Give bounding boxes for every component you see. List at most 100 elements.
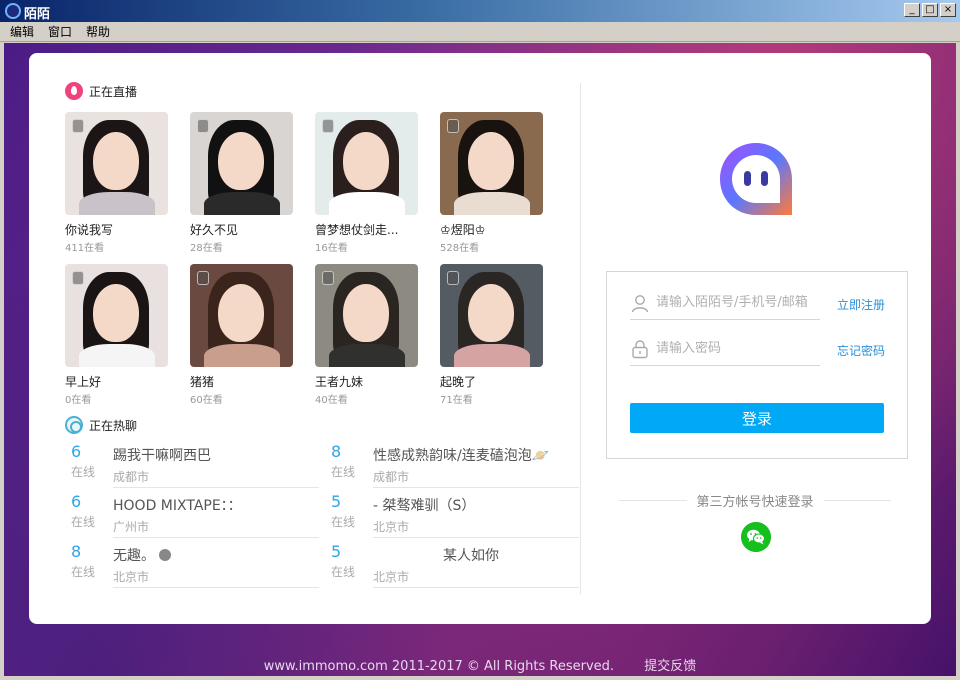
live-thumbnail[interactable] xyxy=(315,264,418,367)
live-thumbnail[interactable] xyxy=(190,264,293,367)
chat-room-row[interactable]: 5 在线 - 桀骜难驯（S） 北京市 xyxy=(323,488,583,538)
chat-info: 踢我干嘛啊西巴 成都市 xyxy=(113,438,319,488)
online-label: 在线 xyxy=(331,465,356,479)
live-name[interactable]: 好久不见 xyxy=(190,221,293,238)
status-dot-icon xyxy=(159,549,171,561)
feedback-link[interactable]: 提交反馈 xyxy=(644,659,696,674)
momo-logo-icon xyxy=(720,143,792,215)
thumbnail-face xyxy=(468,132,514,190)
live-card[interactable]: 早上好 0在看 xyxy=(65,264,168,406)
close-button[interactable]: × xyxy=(940,3,956,17)
live-name[interactable]: 曾梦想仗剑走... xyxy=(315,221,418,238)
login-button[interactable]: 登录 xyxy=(630,403,884,433)
online-label: 在线 xyxy=(71,565,96,579)
live-card[interactable]: 好久不见 28在看 xyxy=(190,112,293,254)
chat-city: 成都市 xyxy=(113,470,150,484)
chat-room-row[interactable]: 6 在线 踢我干嘛啊西巴 成都市 xyxy=(63,438,323,488)
live-grid: 你说我写 411在看 好久不见 28在看 曾梦想仗剑走... 16在看 ♔煜阳♔ 528在看早… xyxy=(65,112,543,406)
live-viewer-count: 60在看 xyxy=(190,395,223,406)
live-name[interactable]: 你说我写 xyxy=(65,221,168,238)
chat-info: - 桀骜难驯（S） 北京市 xyxy=(373,488,579,538)
thumbnail-body xyxy=(204,344,280,367)
thumbnail-face xyxy=(218,132,264,190)
thumbnail-body xyxy=(329,192,405,215)
maximize-button[interactable]: □ xyxy=(922,3,938,17)
password-field-row xyxy=(630,332,821,366)
live-thumbnail[interactable] xyxy=(190,112,293,215)
online-count-box: 8 在线 xyxy=(323,438,373,488)
register-link[interactable]: 立即注册 xyxy=(837,296,885,313)
chat-title[interactable]: HOOD MIXTAPE：： xyxy=(113,498,242,514)
password-input[interactable] xyxy=(656,341,821,356)
thumbnail-face xyxy=(93,132,139,190)
chat-info: 某人如你 北京市 xyxy=(373,538,579,588)
login-form: 立即注册 忘记密码 登录 xyxy=(606,271,908,459)
live-card[interactable]: 猪猪 60在看 xyxy=(190,264,293,406)
live-name[interactable]: 早上好 xyxy=(65,373,168,390)
chat-title-row: 无趣。 xyxy=(113,545,319,565)
thumbnail-body xyxy=(204,192,280,215)
phone-icon xyxy=(447,119,459,133)
vertical-divider xyxy=(580,83,581,594)
live-card[interactable]: 曾梦想仗剑走... 16在看 xyxy=(315,112,418,254)
menu-edit[interactable]: 编辑 xyxy=(10,23,34,40)
chat-city: 北京市 xyxy=(373,520,410,534)
footer: www.immomo.com 2011-2017 © All Rights Re… xyxy=(4,655,956,674)
live-name[interactable]: 猪猪 xyxy=(190,373,293,390)
live-card[interactable]: 王者九妹 40在看 xyxy=(315,264,418,406)
wechat-icon[interactable] xyxy=(741,522,771,552)
chat-title-row: - 桀骜难驯（S） xyxy=(373,495,579,515)
live-name[interactable]: 起晚了 xyxy=(440,373,543,390)
live-thumbnail[interactable] xyxy=(65,264,168,367)
thumbnail-face xyxy=(343,132,389,190)
live-card[interactable]: 起晚了 71在看 xyxy=(440,264,543,406)
live-name[interactable]: 王者九妹 xyxy=(315,373,418,390)
thumbnail-body xyxy=(454,344,530,367)
minimize-button[interactable]: _ xyxy=(904,3,920,17)
online-count: 5 xyxy=(331,492,342,511)
chat-room-row[interactable]: 8 在线 无趣。 北京市 xyxy=(63,538,323,588)
menu-window[interactable]: 窗口 xyxy=(48,23,72,40)
chat-title[interactable]: 某人如你 xyxy=(373,548,499,564)
phone-icon xyxy=(197,271,209,285)
menu-help[interactable]: 帮助 xyxy=(86,23,110,40)
live-thumbnail[interactable] xyxy=(440,264,543,367)
chat-city: 北京市 xyxy=(113,570,150,584)
third-party-label: 第三方帐号快速登录 xyxy=(696,495,814,510)
title-bar: 陌陌 _ □ × xyxy=(0,0,960,22)
chat-title[interactable]: - 桀骜难驯（S） xyxy=(373,498,475,514)
username-input[interactable] xyxy=(656,295,821,310)
live-viewer-count: 411在看 xyxy=(65,243,105,254)
chat-title[interactable]: 性感成熟韵味/连麦磕泡泡🪐 xyxy=(373,448,549,464)
chat-title-row: 踢我干嘛啊西巴 xyxy=(113,445,319,465)
window-title: 陌陌 xyxy=(24,7,51,22)
chat-title-row: 性感成熟韵味/连麦磕泡泡🪐 xyxy=(373,445,579,465)
chat-room-row[interactable]: 5 在线 某人如你 北京市 xyxy=(323,538,583,588)
user-icon xyxy=(631,294,649,312)
chat-city: 成都市 xyxy=(373,470,410,484)
divider-line xyxy=(619,500,687,501)
live-name[interactable]: ♔煜阳♔ xyxy=(440,221,543,238)
chat-city: 北京市 xyxy=(373,570,410,584)
chat-info: HOOD MIXTAPE：： 广州市 xyxy=(113,488,319,538)
forgot-password-link[interactable]: 忘记密码 xyxy=(837,342,885,359)
live-thumbnail[interactable] xyxy=(65,112,168,215)
chat-title[interactable]: 踢我干嘛啊西巴 xyxy=(113,448,211,464)
live-thumbnail[interactable] xyxy=(440,112,543,215)
chat-header: 正在热聊 xyxy=(65,416,137,434)
live-card[interactable]: 你说我写 411在看 xyxy=(65,112,168,254)
live-thumbnail[interactable] xyxy=(315,112,418,215)
phone-icon xyxy=(322,271,334,285)
online-label: 在线 xyxy=(331,515,356,529)
live-viewer-count: 28在看 xyxy=(190,243,223,254)
chat-title[interactable]: 无趣。 xyxy=(113,548,155,564)
online-count: 5 xyxy=(331,542,342,561)
chat-room-row[interactable]: 6 在线 HOOD MIXTAPE：： 广州市 xyxy=(63,488,323,538)
chat-room-row[interactable]: 8 在线 性感成熟韵味/连麦磕泡泡🪐 成都市 xyxy=(323,438,583,488)
thumbnail-body xyxy=(329,344,405,367)
chat-info: 无趣。 北京市 xyxy=(113,538,319,588)
live-viewer-count: 0在看 xyxy=(65,395,92,406)
live-card[interactable]: ♔煜阳♔ 528在看 xyxy=(440,112,543,254)
chat-title-row: 某人如你 xyxy=(373,545,579,565)
live-viewer-count: 71在看 xyxy=(440,395,473,406)
